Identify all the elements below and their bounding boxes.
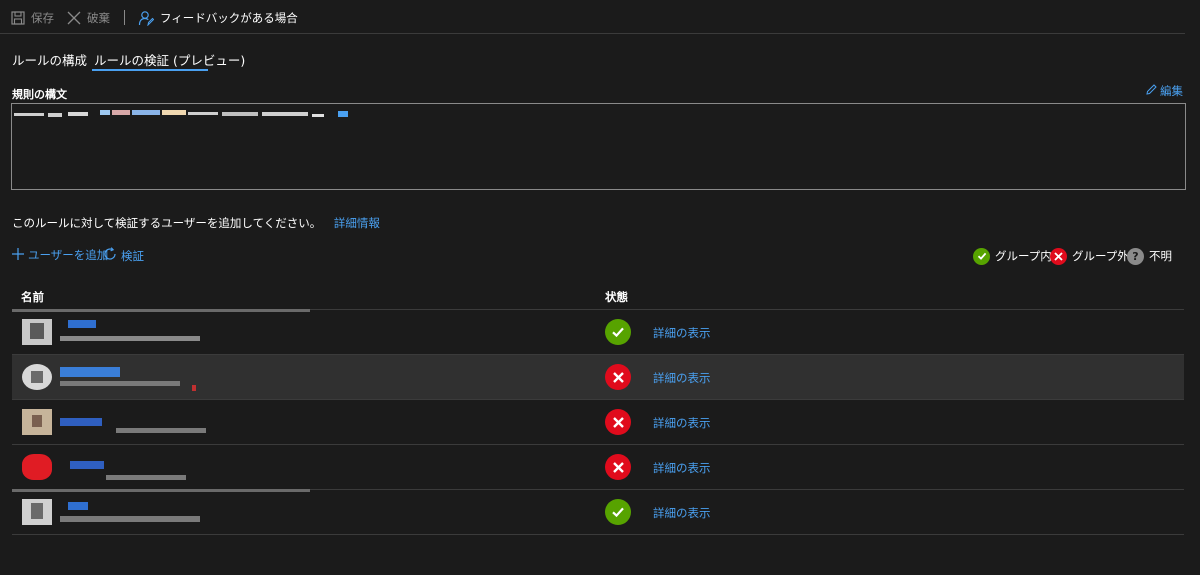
view-details-link[interactable]: 詳細の表示 xyxy=(653,370,711,386)
avatar xyxy=(22,407,52,437)
plus-icon xyxy=(12,247,24,263)
validate-label: 検証 xyxy=(121,248,144,263)
table-row[interactable]: 詳細の表示 xyxy=(12,445,1184,490)
save-icon xyxy=(11,11,25,25)
add-user-button[interactable]: ユーザーを追加 xyxy=(12,247,108,263)
legend-in-group-label: グループ内 xyxy=(995,249,1052,263)
view-details-link[interactable]: 詳細の表示 xyxy=(653,325,711,341)
add-user-label: ユーザーを追加 xyxy=(28,248,109,262)
feedback-label: フィードバックがある場合 xyxy=(160,11,298,25)
view-details-link[interactable]: 詳細の表示 xyxy=(653,415,711,431)
pencil-icon xyxy=(1146,84,1157,98)
discard-label: 破棄 xyxy=(87,11,110,25)
validate-button[interactable]: 検証 xyxy=(103,247,144,264)
instructions-text: このルールに対して検証するユーザーを追加してください。 xyxy=(12,216,322,230)
feedback-button[interactable]: フィードバックがある場合 xyxy=(138,8,298,28)
check-circle-icon xyxy=(605,499,631,525)
user-name-redacted xyxy=(60,453,220,483)
tab-rule-validation[interactable]: ルールの検証 (プレビュー) xyxy=(94,50,245,69)
refresh-icon xyxy=(103,247,117,264)
table-row[interactable]: 詳細の表示 xyxy=(12,490,1184,535)
user-name-redacted xyxy=(60,408,220,438)
avatar xyxy=(22,317,52,347)
x-circle-icon xyxy=(1050,247,1067,265)
user-name-redacted xyxy=(60,498,220,528)
table-row[interactable]: 詳細の表示 xyxy=(12,400,1184,445)
column-header-status[interactable]: 状態 xyxy=(605,289,628,305)
close-icon xyxy=(67,11,81,25)
user-name-redacted xyxy=(60,363,220,393)
view-details-link[interactable]: 詳細の表示 xyxy=(653,505,711,521)
save-label: 保存 xyxy=(31,11,54,25)
tab-rule-configuration[interactable]: ルールの構成 xyxy=(12,50,87,69)
validation-instructions: このルールに対して検証するユーザーを追加してください。 詳細情報 xyxy=(12,215,380,231)
command-bar: 保存 破棄 フィードバックがある場合 xyxy=(0,0,1185,34)
legend-not-in-group-label: グループ外 xyxy=(1072,249,1129,263)
x-circle-icon xyxy=(605,454,631,480)
x-circle-icon xyxy=(605,364,631,390)
save-button[interactable]: 保存 xyxy=(11,8,54,28)
edit-label: 編集 xyxy=(1160,84,1183,98)
legend-in-group: グループ内 xyxy=(973,247,1052,265)
legend-not-in-group: グループ外 xyxy=(1050,247,1129,265)
table-row[interactable]: 詳細の表示 xyxy=(12,310,1184,355)
avatar xyxy=(22,452,52,482)
view-details-link[interactable]: 詳細の表示 xyxy=(653,460,711,476)
active-tab-indicator xyxy=(92,69,208,71)
discard-button[interactable]: 破棄 xyxy=(67,8,110,28)
table-row[interactable]: 詳細の表示 xyxy=(12,355,1184,400)
learn-more-link[interactable]: 詳細情報 xyxy=(334,216,380,230)
feedback-person-icon xyxy=(138,10,154,26)
legend-unknown: ? 不明 xyxy=(1127,247,1172,265)
edit-button[interactable]: 編集 xyxy=(1146,83,1183,99)
user-name-redacted xyxy=(60,318,220,348)
x-circle-icon xyxy=(605,409,631,435)
avatar xyxy=(22,497,52,527)
rule-syntax-textbox[interactable] xyxy=(11,103,1186,190)
legend-unknown-label: 不明 xyxy=(1149,249,1172,263)
check-circle-icon xyxy=(973,247,990,265)
question-circle-icon: ? xyxy=(1127,247,1144,265)
column-header-name[interactable]: 名前 xyxy=(21,289,44,305)
tab-bar: ルールの構成 ルールの検証 (プレビュー) xyxy=(0,34,1185,74)
table-header: 名前 状態 xyxy=(12,282,1184,310)
check-circle-icon xyxy=(605,319,631,345)
toolbar-divider xyxy=(124,10,125,25)
rule-syntax-label: 規則の構文 xyxy=(12,88,67,101)
avatar xyxy=(22,362,52,392)
